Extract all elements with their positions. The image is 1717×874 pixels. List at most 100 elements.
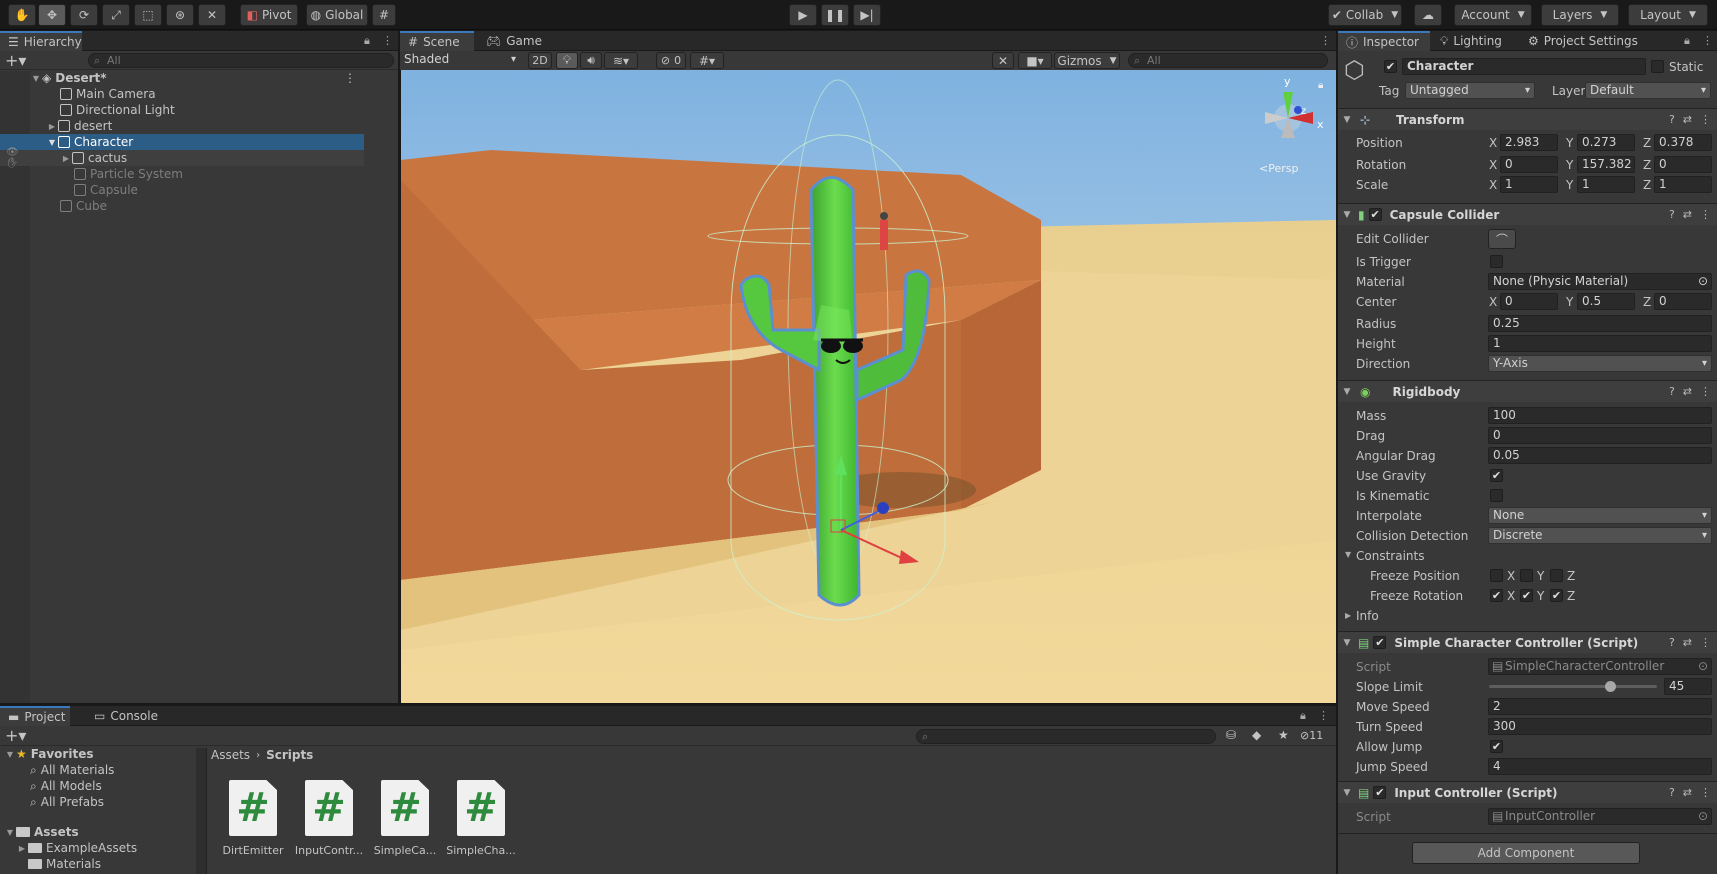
drag-field[interactable]: 0 — [1488, 427, 1712, 444]
freeze-rotation-z-checkbox[interactable]: ✔ — [1550, 589, 1563, 602]
lock-icon[interactable]: 🔒︎ — [364, 34, 370, 48]
expand-arrow-icon[interactable]: ▼ — [46, 138, 58, 147]
expand-arrow-icon[interactable]: ▼ — [30, 74, 42, 83]
help-icon[interactable]: ? — [1669, 208, 1675, 221]
scene-search-input[interactable]: ⌕ All — [1128, 53, 1328, 68]
scale-x-field[interactable]: 1 — [1500, 176, 1558, 193]
scale-y-field[interactable]: 1 — [1577, 176, 1635, 193]
lock-icon[interactable]: 🔒︎ — [1318, 80, 1323, 91]
fold-arrow-icon[interactable]: ▼ — [1340, 115, 1354, 125]
kebab-menu-icon[interactable]: ⋮ — [1700, 113, 1711, 126]
layers-dropdown[interactable]: Layers ▼ — [1541, 4, 1619, 26]
rigidbody-header[interactable]: ▼ ◉ Rigidbody ? ⇄ ⋮ — [1338, 380, 1717, 402]
hierarchy-item-cactus[interactable]: 👁︎✋︎ ▶ cactus — [0, 147, 364, 169]
tab-console[interactable]: ▭ Console — [86, 706, 158, 726]
global-toggle[interactable]: ◍ Global — [306, 4, 368, 26]
tab-inspector[interactable]: ⓘ Inspector — [1338, 31, 1430, 51]
help-icon[interactable]: ? — [1669, 636, 1675, 649]
turn-speed-field[interactable]: 300 — [1488, 718, 1712, 735]
add-component-button[interactable]: Add Component — [1412, 842, 1640, 864]
material-field[interactable]: None (Physic Material) ⊙ — [1488, 273, 1712, 290]
create-plus-icon[interactable]: +▾ — [5, 51, 26, 70]
kebab-menu-icon[interactable]: ⋮ — [1700, 385, 1711, 398]
transform-header[interactable]: ▼ ⊹ Transform ? ⇄ ⋮ — [1338, 108, 1717, 130]
center-x-field[interactable]: 0 — [1500, 293, 1558, 310]
effects-dropdown[interactable]: ≋▾ — [604, 52, 638, 69]
slope-limit-slider-handle[interactable] — [1604, 681, 1616, 692]
2d-toggle[interactable]: 2D — [528, 52, 552, 69]
move-tool-button[interactable]: ✥ — [38, 4, 66, 26]
step-button[interactable]: ▶| — [853, 4, 881, 26]
capsule-enabled-checkbox[interactable]: ✔ — [1368, 208, 1382, 221]
rect-tool-button[interactable]: ⬚ — [134, 4, 162, 26]
favorite-item-all-models[interactable]: ⌕ All Models — [30, 778, 102, 794]
static-checkbox[interactable] — [1651, 60, 1664, 73]
tag-dropdown[interactable]: Untagged — [1405, 82, 1535, 99]
kebab-menu-icon[interactable]: ⋮ — [1700, 786, 1711, 799]
filter-type-icon[interactable]: ⛁ — [1226, 728, 1236, 742]
rotate-tool-button[interactable]: ⟳ — [70, 4, 98, 26]
pause-button[interactable]: ❚❚ — [821, 4, 849, 26]
scale-z-field[interactable]: 1 — [1654, 176, 1712, 193]
lighting-toggle[interactable]: 💡︎ — [556, 52, 578, 69]
asset-simple-character[interactable]: # SimpleCha... — [446, 780, 516, 857]
breadcrumb-scripts[interactable]: Scripts — [266, 748, 313, 762]
tab-game[interactable]: 🎮︎ Game — [478, 31, 548, 51]
transform-tool-button[interactable]: ⊛ — [166, 4, 194, 26]
expand-arrow-icon[interactable]: ▶ — [16, 844, 28, 853]
assets-row[interactable]: ▼ Assets — [4, 824, 79, 840]
layer-dropdown[interactable]: Default — [1585, 82, 1711, 99]
shading-mode-dropdown[interactable]: Shaded — [400, 52, 520, 69]
simple-controller-header[interactable]: ▼ ▤ ✔ Simple Character Controller (Scrip… — [1338, 631, 1717, 653]
edit-collider-button[interactable]: ⌒ — [1488, 229, 1516, 249]
freeze-rotation-x-checkbox[interactable]: ✔ — [1490, 589, 1503, 602]
help-icon[interactable]: ? — [1669, 385, 1675, 398]
object-picker-icon[interactable]: ⊙ — [1698, 274, 1708, 289]
asset-simple-camera[interactable]: # SimpleCa... — [370, 780, 440, 857]
rotation-z-field[interactable]: 0 — [1654, 156, 1712, 173]
freeze-position-x-checkbox[interactable] — [1490, 569, 1503, 582]
mass-field[interactable]: 100 — [1488, 407, 1712, 424]
position-x-field[interactable]: 2.983 — [1500, 134, 1558, 151]
help-icon[interactable]: ? — [1669, 113, 1675, 126]
slope-limit-field[interactable]: 45 — [1664, 678, 1712, 695]
folder-example-assets[interactable]: ▶ ExampleAssets — [16, 840, 137, 856]
kebab-menu-icon[interactable]: ⋮ — [1700, 636, 1711, 649]
radius-field[interactable]: 0.25 — [1488, 315, 1712, 332]
fold-arrow-icon[interactable]: ▼ — [1345, 550, 1351, 559]
folder-materials[interactable]: Materials — [28, 856, 101, 872]
kebab-menu-icon[interactable]: ⋮ — [1320, 34, 1331, 47]
breadcrumb-assets[interactable]: Assets — [211, 748, 250, 762]
tab-project[interactable]: ▬ Project — [0, 706, 70, 726]
hierarchy-search-input[interactable]: ⌕ All — [88, 53, 394, 68]
simple-controller-enabled-checkbox[interactable]: ✔ — [1373, 636, 1387, 649]
fold-arrow-icon[interactable]: ▼ — [1340, 210, 1354, 220]
expand-arrow-icon[interactable]: ▼ — [4, 828, 16, 837]
account-dropdown[interactable]: Account ▼ — [1454, 4, 1532, 26]
hierarchy-item-particle-system[interactable]: Particle System — [0, 166, 364, 182]
angular-drag-field[interactable]: 0.05 — [1488, 447, 1712, 464]
favorites-row[interactable]: ▼ ★ Favorites — [4, 746, 94, 762]
hidden-packages-toggle[interactable]: ⊘11 — [1300, 729, 1323, 742]
hierarchy-scene-row[interactable]: ▼ ◈ Desert* ⋮ — [0, 70, 364, 86]
object-name-field[interactable]: Character — [1402, 58, 1646, 75]
favorite-item-all-prefabs[interactable]: ⌕ All Prefabs — [30, 794, 104, 810]
tab-project-settings[interactable]: ⚙ Project Settings — [1520, 31, 1660, 51]
camera-dropdown[interactable]: ■▾ — [1018, 52, 1052, 69]
expand-arrow-icon[interactable]: ▶ — [46, 122, 58, 131]
lock-icon[interactable]: 🔒︎ — [1300, 709, 1306, 723]
use-gravity-checkbox[interactable]: ✔ — [1490, 469, 1503, 482]
rotation-x-field[interactable]: 0 — [1500, 156, 1558, 173]
filter-label-icon[interactable]: ◆ — [1252, 728, 1261, 742]
pivot-toggle[interactable]: ◧ Pivot — [240, 4, 298, 26]
tools-toggle[interactable]: ✕ — [992, 52, 1014, 69]
tab-lighting[interactable]: 💡︎ Lighting — [1432, 31, 1516, 51]
interpolate-dropdown[interactable]: None — [1488, 507, 1712, 524]
tab-scene[interactable]: # Scene — [400, 31, 474, 51]
height-field[interactable]: 1 — [1488, 335, 1712, 352]
center-z-field[interactable]: 0 — [1654, 293, 1712, 310]
kebab-menu-icon[interactable]: ⋮ — [1702, 34, 1713, 47]
cloud-button[interactable]: ☁ — [1414, 4, 1442, 26]
freeze-position-y-checkbox[interactable] — [1520, 569, 1533, 582]
expand-arrow-icon[interactable]: ▼ — [4, 750, 16, 759]
